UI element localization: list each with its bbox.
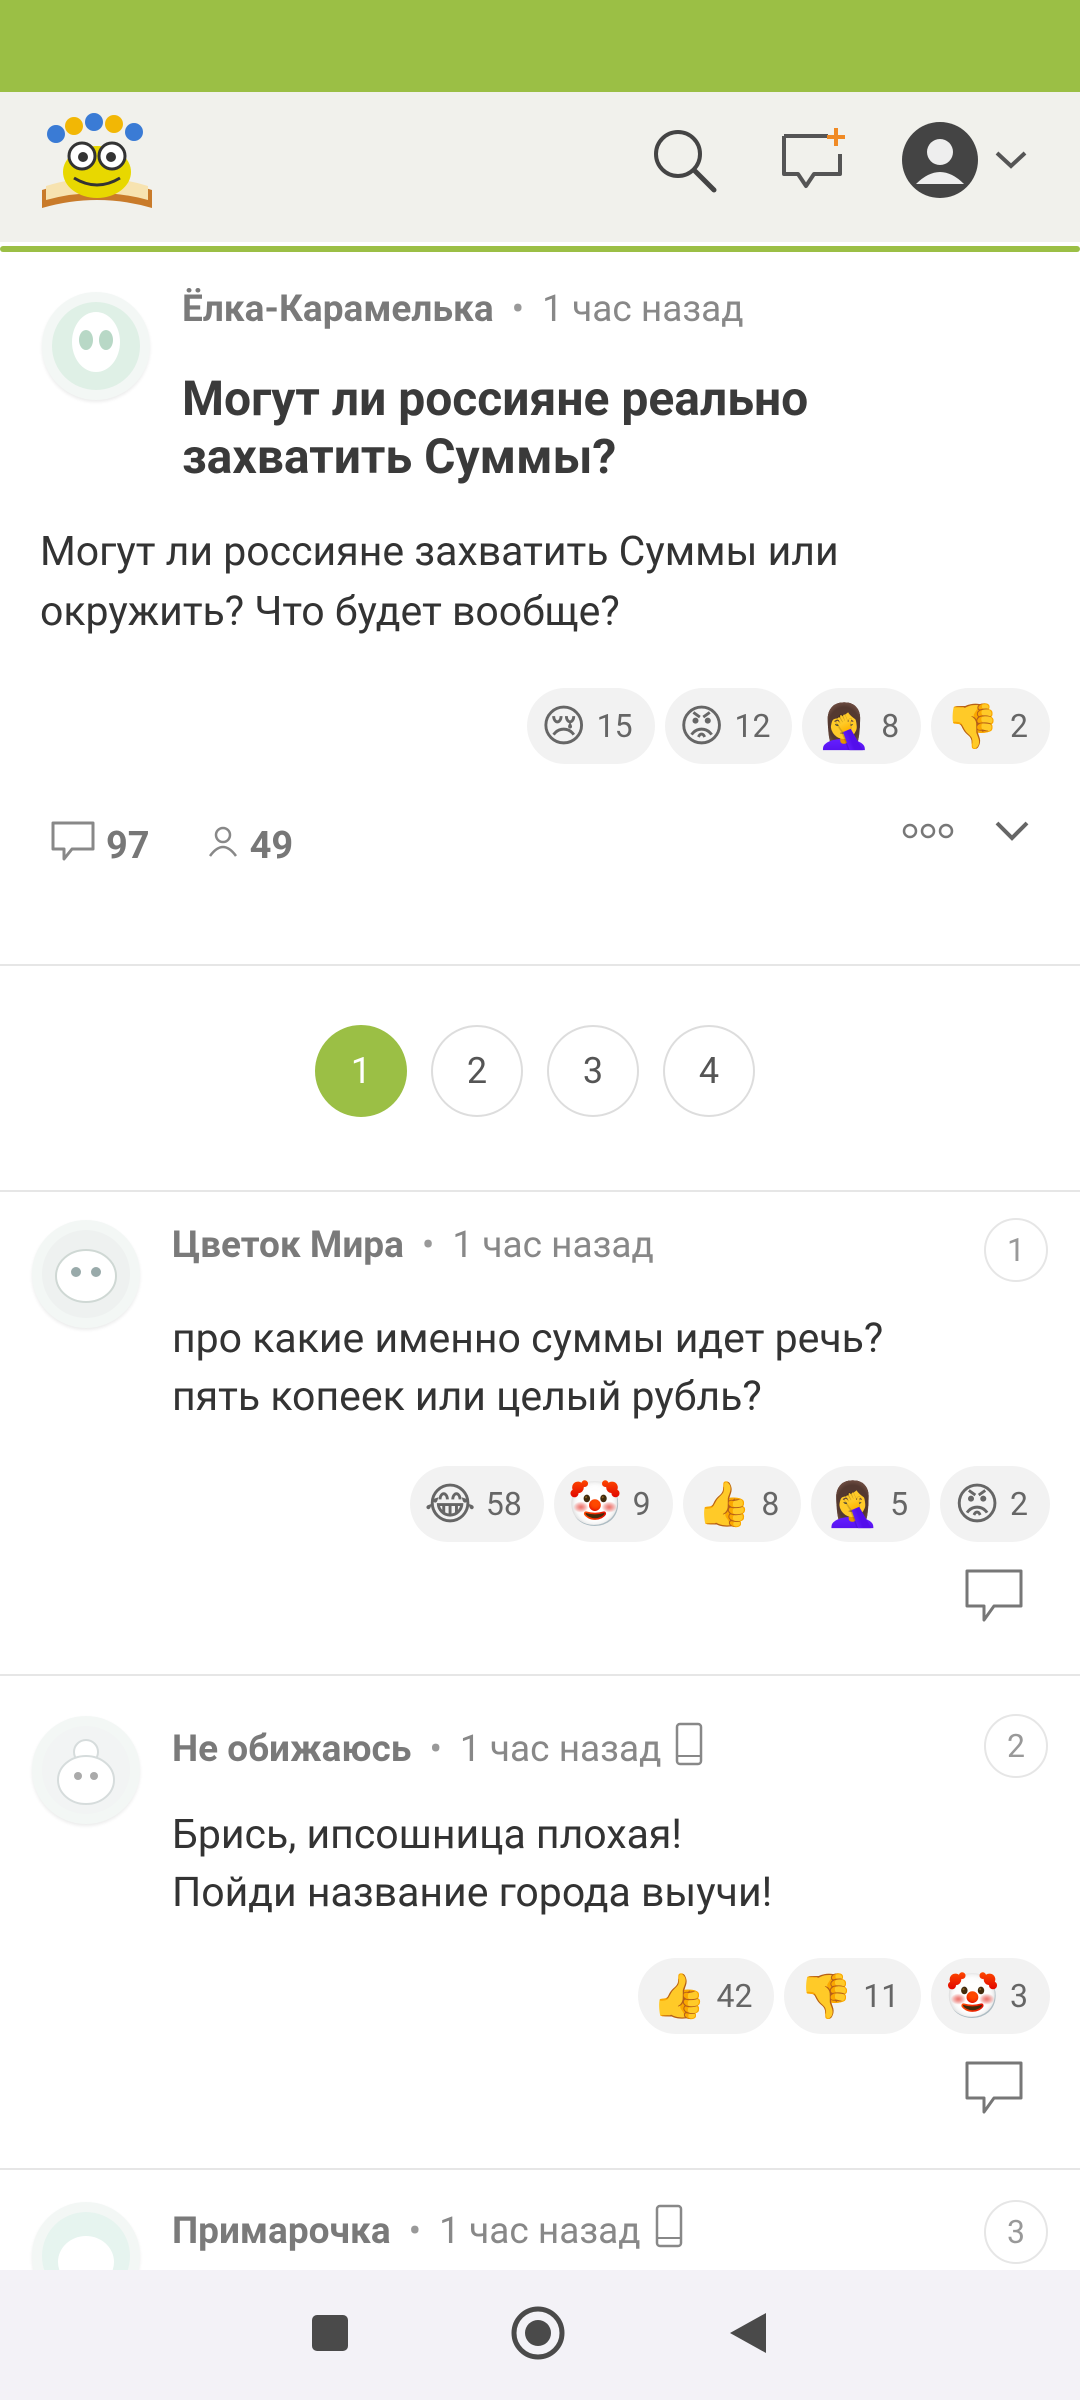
page-button-2[interactable]: 2 (431, 1025, 523, 1117)
site-logo[interactable] (34, 112, 160, 212)
comments-count[interactable]: 97 (50, 820, 150, 872)
home-button[interactable] (510, 2305, 566, 2365)
clown-face-icon: 🤡 (567, 1478, 623, 1530)
status-bar (0, 0, 1080, 92)
author-avatar[interactable] (42, 292, 150, 400)
facepalm-icon: 🤦‍♀️ (816, 700, 872, 752)
question-title: Могут ли россияне реально захватить Сумм… (182, 370, 809, 485)
person-icon (206, 824, 240, 868)
clown-face-icon: 🤡 (945, 1970, 1001, 2022)
mobile-device-icon (675, 1722, 703, 1776)
reaction-laughing[interactable]: 😂 58 (410, 1466, 544, 1542)
comment-time: 1 час назад (452, 1224, 654, 1267)
laughing-face-icon: 😂 (424, 1478, 476, 1530)
reply-button[interactable] (964, 1568, 1024, 1624)
reaction-angry[interactable]: 😡 2 (940, 1466, 1050, 1542)
reaction-clown[interactable]: 🤡 3 (931, 1958, 1050, 2034)
post-reactions: 😢 15 😡 12 🤦‍♀️ 8 👎 2 (526, 688, 1050, 764)
reply-icon (964, 2061, 1024, 2120)
reply-icon (964, 1569, 1024, 1628)
search-icon (650, 126, 718, 198)
pagination: 1 2 3 4 (315, 1025, 755, 1117)
commenter-avatar[interactable] (32, 1716, 140, 1824)
mobile-device-icon (655, 2204, 683, 2258)
page-button-1[interactable]: 1 (315, 1025, 407, 1117)
section-divider (0, 964, 1080, 966)
comment-time: 1 час назад (459, 1727, 662, 1771)
reaction-thumbs-down[interactable]: 👎 2 (931, 688, 1050, 764)
post-meta: Ёлка-Карамелька • 1 час назад (182, 288, 744, 331)
reaction-thumbs-up[interactable]: 👍 42 (637, 1958, 775, 2034)
reply-button[interactable] (964, 2060, 1024, 2116)
reaction-clown[interactable]: 🤡 9 (553, 1466, 673, 1542)
comment-icon (50, 820, 96, 872)
commenter-avatar[interactable] (32, 1220, 140, 1328)
reaction-thumbs-up[interactable]: 👍 8 (682, 1466, 802, 1542)
comment-meta: Цветок Мира • 1 час назад (172, 1224, 654, 1267)
reaction-facepalm[interactable]: 🤦‍♀️ 8 (802, 688, 922, 764)
system-navigation-bar (0, 2270, 1080, 2400)
commenter-name[interactable]: Примарочка (172, 2210, 391, 2253)
thumbs-up-icon: 👍 (651, 1970, 707, 2022)
section-divider (0, 1190, 1080, 1192)
reaction-facepalm[interactable]: 🤦‍♀️ 5 (811, 1466, 931, 1542)
author-name[interactable]: Ёлка-Карамелька (182, 288, 494, 331)
meta-separator: • (421, 1224, 435, 1267)
reaction-angry[interactable]: 😡 12 (664, 688, 793, 764)
commenter-name[interactable]: Не обижаюсь (172, 1728, 411, 1771)
section-divider (0, 1674, 1080, 1676)
comment-reactions: 👍 42 👎 11 🤡 3 (637, 1958, 1050, 2034)
more-options-icon[interactable] (902, 821, 954, 845)
comment-meta: Примарочка • 1 час назад (172, 2204, 683, 2258)
question-body: Могут ли россияне захватить Суммы или ок… (40, 528, 839, 636)
comment-reactions: 😂 58 🤡 9 👍 8 🤦‍♀️ 5 😡 2 (410, 1466, 1050, 1542)
profile-menu[interactable] (900, 120, 1040, 204)
angry-face-icon: 😡 (678, 700, 725, 752)
crying-face-icon: 😢 (540, 700, 587, 752)
back-button[interactable] (726, 2309, 770, 2361)
comment-number: 3 (984, 2200, 1048, 2264)
thumbs-down-icon: 👎 (945, 700, 1001, 752)
comment-text: Брись, ипсошница плохая! Пойди название … (172, 1811, 773, 1917)
comment-time: 1 час назад (439, 2209, 641, 2253)
new-question-icon (778, 124, 850, 200)
comment-meta: Не обижаюсь • 1 час назад (172, 1722, 703, 1776)
recent-apps-button[interactable] (310, 2313, 350, 2357)
meta-separator: • (511, 288, 525, 331)
search-button[interactable] (644, 122, 724, 202)
post-actions (902, 820, 1030, 846)
thumbs-up-icon: 👍 (696, 1478, 752, 1530)
reaction-thumbs-down[interactable]: 👎 11 (784, 1958, 922, 2034)
user-avatar-icon (900, 120, 980, 204)
comment-number: 2 (984, 1714, 1048, 1778)
commenter-name[interactable]: Цветок Мира (172, 1224, 404, 1267)
reaction-crying[interactable]: 😢 15 (526, 688, 655, 764)
post-time: 1 час назад (542, 288, 744, 331)
meta-separator: • (408, 2209, 422, 2253)
comment-item: Примарочка • 1 час назад 3 (0, 2170, 1080, 2270)
facepalm-icon: 🤦‍♀️ (825, 1478, 881, 1530)
thumbs-down-icon: 👎 (798, 1970, 854, 2022)
ask-question-button[interactable] (774, 122, 854, 202)
angry-face-icon: 😡 (954, 1478, 1001, 1530)
comment-text: про какие именно суммы идет речь? пять к… (172, 1315, 884, 1421)
page-button-3[interactable]: 3 (547, 1025, 639, 1117)
page-button-4[interactable]: 4 (663, 1025, 755, 1117)
post-stats: 97 49 (50, 820, 337, 872)
chevron-down-icon[interactable] (994, 820, 1030, 846)
meta-separator: • (429, 1727, 442, 1771)
followers-count[interactable]: 49 (206, 824, 293, 868)
commenter-avatar[interactable] (32, 2202, 140, 2270)
header-divider (0, 246, 1080, 252)
chevron-down-icon (994, 150, 1028, 174)
comment-number: 1 (984, 1218, 1048, 1282)
